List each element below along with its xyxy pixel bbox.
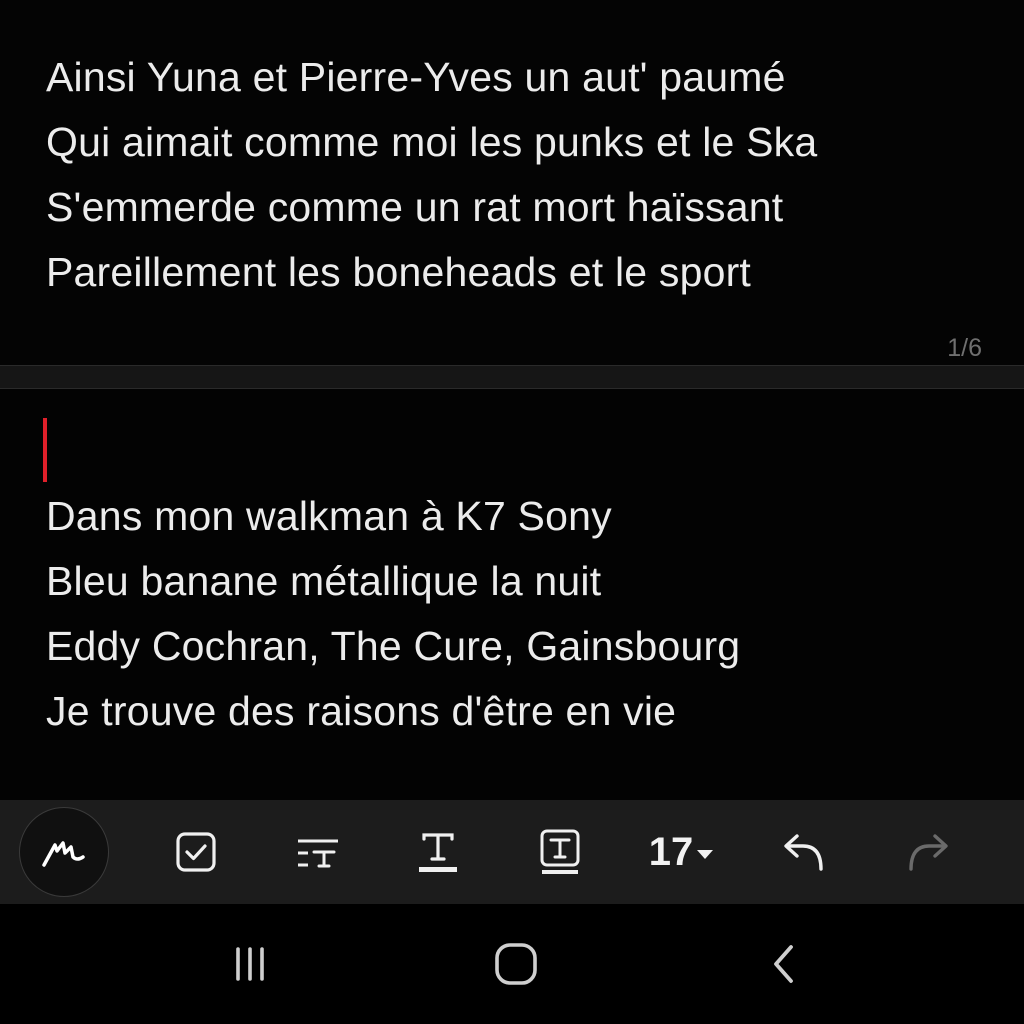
back-icon [774,945,793,983]
chevron-down-icon [697,849,714,859]
checkbox-icon [176,832,216,872]
recent-apps-icon [236,947,264,981]
redo-icon [909,834,948,871]
redo-button[interactable] [890,800,966,904]
undo-icon [784,834,823,871]
text-style-button[interactable] [280,800,356,904]
undo-button[interactable] [766,800,842,904]
text-line: Pareillement les boneheads et le sport [46,249,752,295]
recent-apps-button[interactable] [200,904,300,1024]
checkbox-button[interactable] [160,800,232,904]
back-button[interactable] [734,904,834,1024]
text-line: Dans mon walkman à K7 Sony [46,493,612,539]
text-line: Ainsi Yuna et Pierre-Yves un aut' paumé [46,54,786,100]
text-line: Qui aimait comme moi les punks et le Ska [46,119,818,165]
home-icon [495,943,537,985]
formatting-toolbar: 17 [0,800,1024,904]
text-cursor [43,418,47,482]
page-divider [0,365,1024,389]
previous-page-text: Ainsi Yuna et Pierre-Yves un aut' paumé … [46,45,817,305]
page-indicator: 1/6 [947,334,982,362]
note-editor-screen: Ainsi Yuna et Pierre-Yves un aut' paumé … [0,0,1024,1024]
previous-page-panel[interactable]: Ainsi Yuna et Pierre-Yves un aut' paumé … [0,0,1024,365]
font-size-label: 17 [648,829,694,874]
text-line: Je trouve des raisons d'être en vie [46,688,677,734]
handwriting-pen-icon [42,841,85,867]
handwriting-button[interactable] [19,807,109,897]
text-highlight-button[interactable] [522,800,598,904]
text-line: S'emmerde comme un rat mort haïssant [46,184,784,230]
text-line: Bleu banane métallique la nuit [46,558,602,604]
text-line: Eddy Cochran, The Cure, Gainsbourg [46,623,741,669]
text-highlight-icon [540,829,580,874]
text-color-icon [419,833,457,872]
current-page-text[interactable]: Dans mon walkman à K7 Sony Bleu banane m… [46,484,740,744]
font-size-value: 17 [649,830,714,875]
text-color-button[interactable] [400,800,476,904]
home-button[interactable] [466,904,566,1024]
system-navigation-bar [0,904,1024,1024]
font-size-dropdown[interactable]: 17 [636,800,726,904]
text-style-icon [298,839,338,868]
